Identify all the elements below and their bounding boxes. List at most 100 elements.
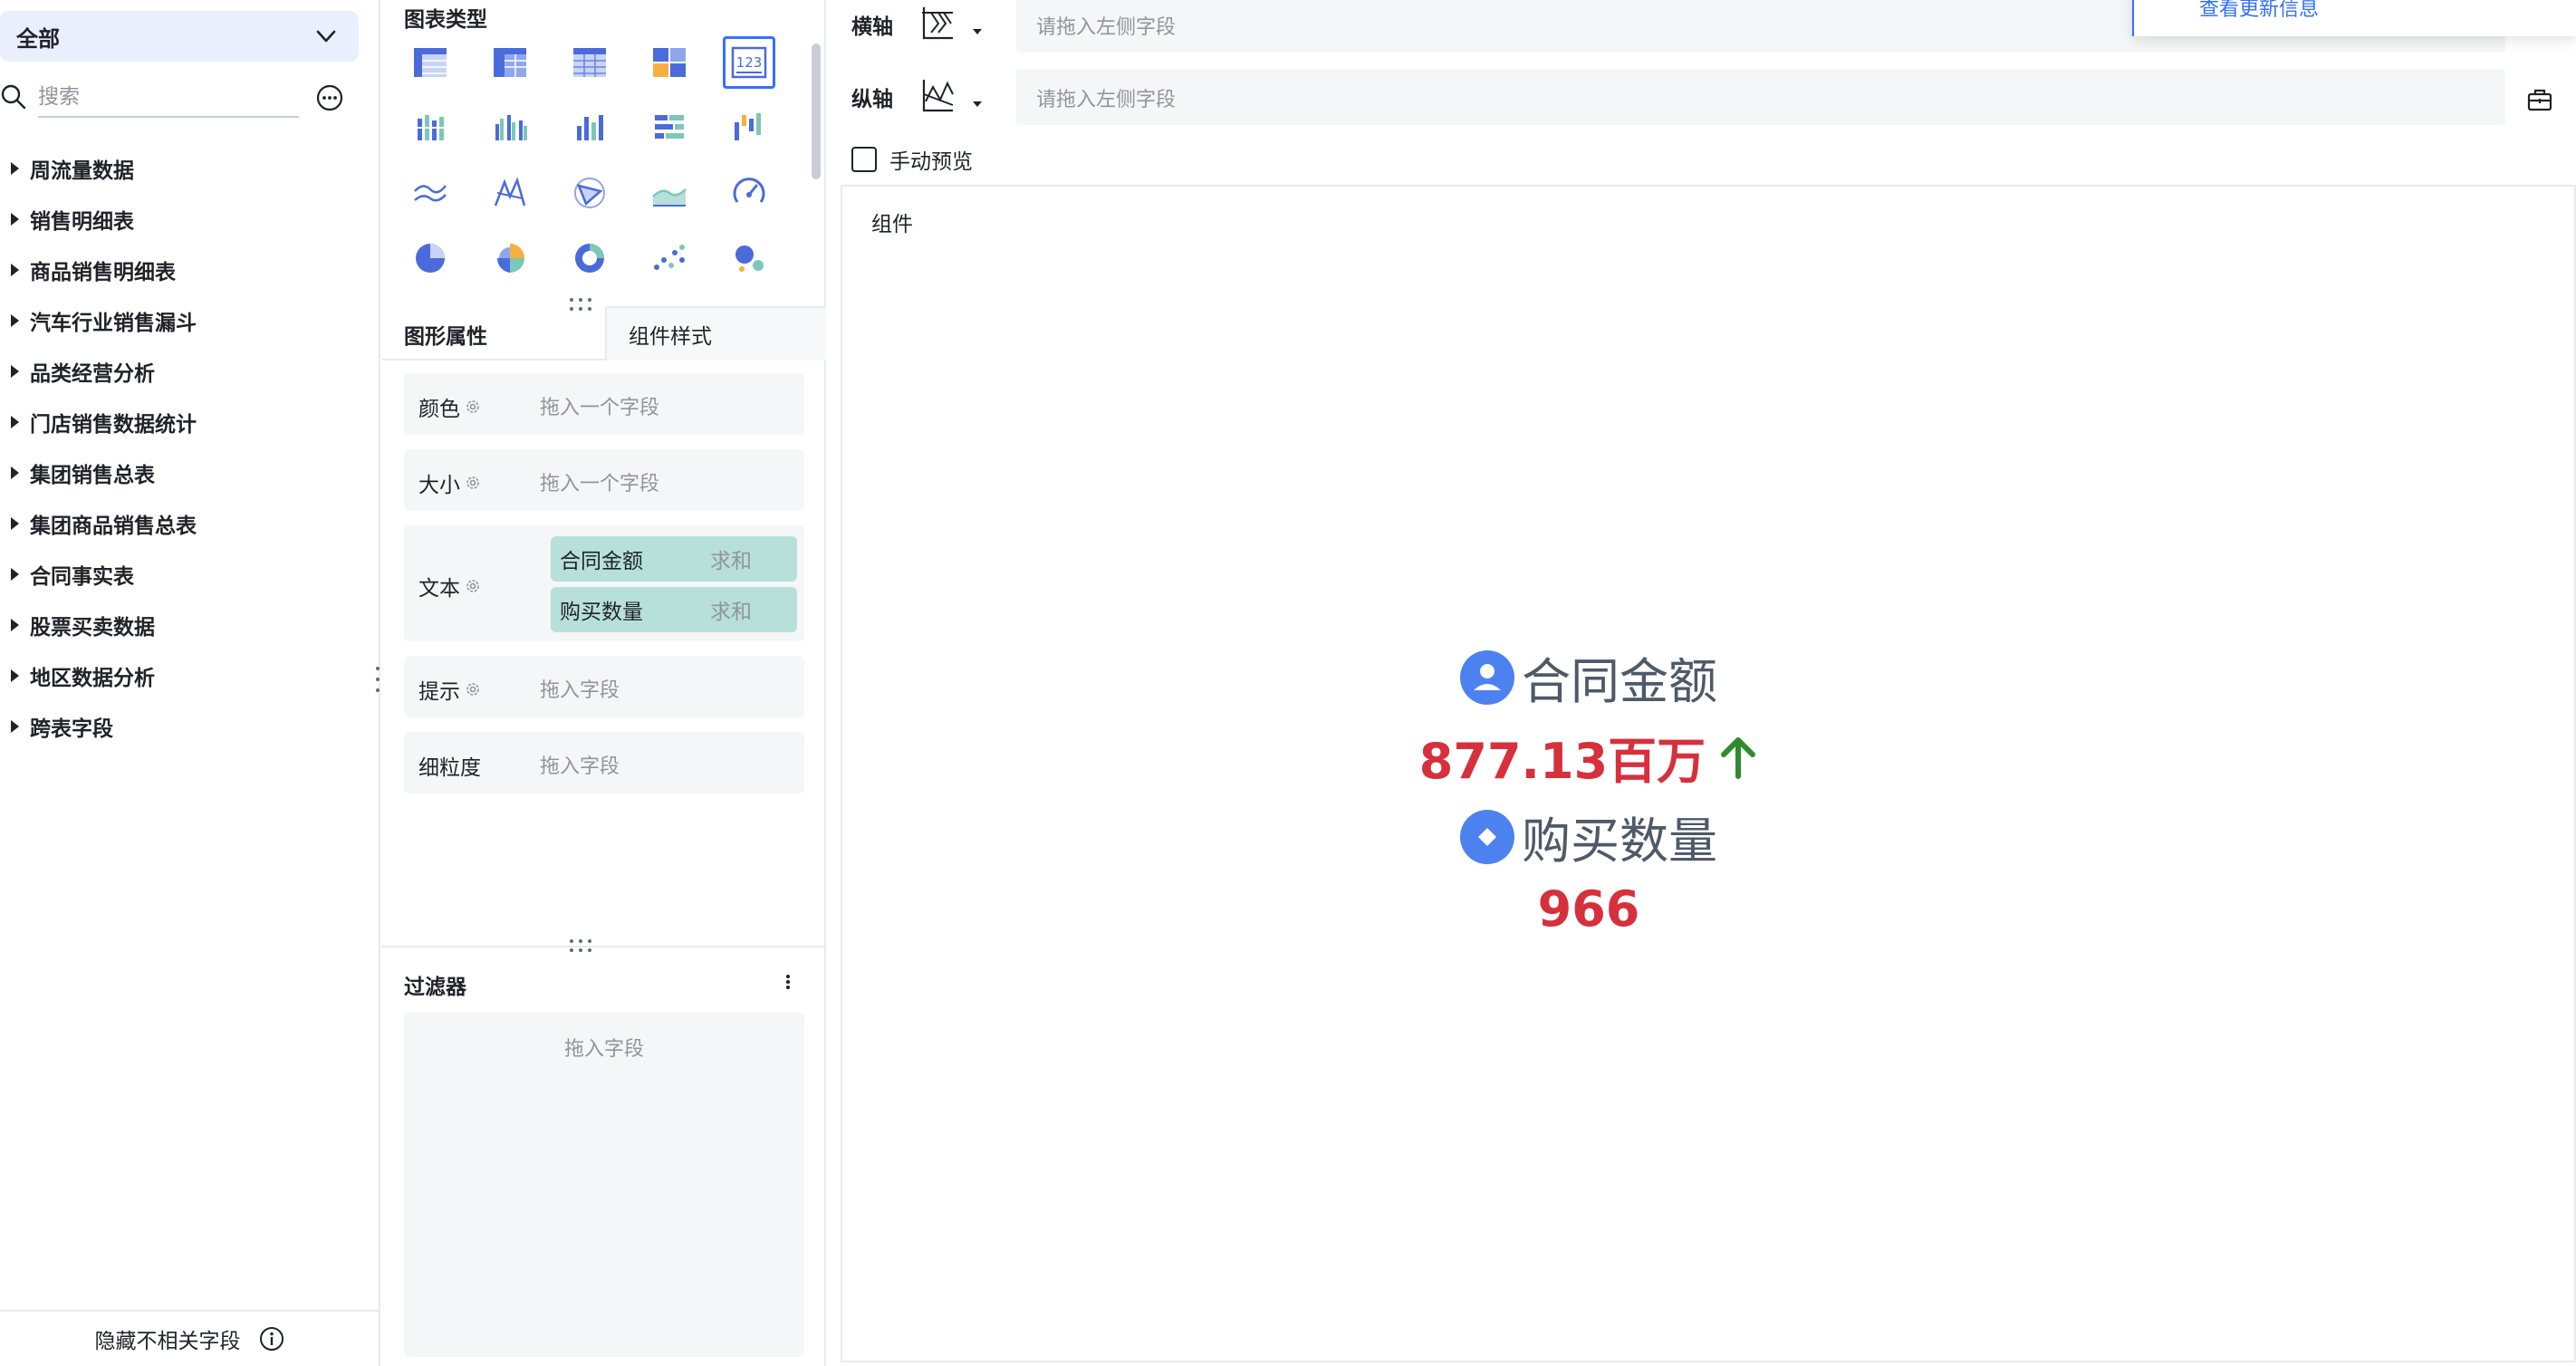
treemap-chart-icon[interactable] [643,36,696,89]
field-pill[interactable]: 合同金额 求和 [551,536,797,582]
pivot-table-icon[interactable] [484,36,536,89]
size-slot-text: 大小 [418,474,460,497]
field-pill-aggregation[interactable]: 求和 [710,544,752,574]
gauge-chart-icon[interactable] [723,167,775,219]
tree-item[interactable]: 集团商品销售总表 [0,498,362,549]
gear-icon[interactable] [464,577,482,595]
expand-triangle-icon [11,162,19,175]
color-slot-label: 颜色 [418,391,482,422]
x-axis-icon[interactable] [917,2,958,43]
rose-pie-chart-icon[interactable] [484,232,536,284]
grouped-bar-chart-icon[interactable] [484,101,536,154]
more-options-icon[interactable] [315,83,344,112]
dataset-select[interactable]: 全部 [0,11,359,62]
kpi-title-text: 合同金额 [1522,653,1717,710]
tree-item[interactable]: 商品销售明细表 [0,245,362,295]
y-axis-drop-zone[interactable]: 请拖入左侧字段 [1016,69,2505,125]
tab-component-style[interactable]: 组件样式 [605,306,826,361]
chevron-down-icon [316,30,336,43]
field-pill[interactable]: 购买数量 求和 [551,587,797,632]
y-axis-dropdown-caret[interactable] [973,101,982,107]
gear-icon[interactable] [464,680,482,698]
svg-text:123: 123 [736,54,763,71]
kpi-value-text: 966 [1537,880,1640,938]
info-icon[interactable] [259,1326,284,1352]
kpi-value: 877.13百万 [721,721,2456,793]
diamond-circle-icon [1460,809,1514,864]
gear-icon[interactable] [464,474,482,492]
table-chart-icon[interactable] [404,36,457,89]
tab-component-style-label: 组件样式 [629,325,712,349]
area-chart-icon[interactable] [643,167,696,219]
manual-preview-checkbox[interactable] [851,147,877,172]
tree-item[interactable]: 品类经营分析 [0,346,362,397]
granularity-slot-label: 细粒度 [418,750,481,781]
color-slot[interactable]: 颜色 拖入一个字段 [404,373,804,435]
scatter-chart-icon[interactable] [643,232,696,284]
bubble-chart-icon[interactable] [723,232,775,284]
field-pill-aggregation[interactable]: 求和 [710,594,752,625]
tree-item-label: 销售明细表 [30,210,134,234]
more-vertical-icon[interactable] [779,969,797,995]
hide-irrelevant-fields[interactable]: 隐藏不相关字段 [0,1310,379,1366]
tab-chart-attributes[interactable]: 图形属性 [404,319,487,350]
chart-canvas: 组件 合同金额 877.13百万 购买数量 966 [841,185,2576,1362]
expand-triangle-icon [11,669,19,682]
update-info-link[interactable]: 查看更新信息 [2199,0,2319,22]
stacked-bar-chart-icon[interactable] [404,101,457,154]
detail-table-icon[interactable] [563,36,616,89]
horizontal-bar-chart-icon[interactable] [643,101,696,154]
indicator-card-icon[interactable]: 123 [723,36,775,89]
tree-item-label: 股票买卖数据 [30,616,155,640]
tree-item-label: 汽车行业销售漏斗 [30,312,197,335]
expand-triangle-icon [11,213,19,226]
line-chart-icon[interactable] [404,167,457,219]
expand-triangle-icon [11,467,19,479]
tree-item-label: 门店销售数据统计 [30,413,197,437]
tree-item[interactable]: 门店销售数据统计 [0,397,362,447]
x-axis-dropdown-caret[interactable] [973,29,982,34]
tree-item-label: 商品销售明细表 [30,261,176,284]
expand-triangle-icon [11,517,19,530]
column-chart-icon[interactable] [563,101,616,154]
x-axis-label: 横轴 [851,15,893,39]
search-input[interactable] [38,78,299,118]
tree-item-label: 集团商品销售总表 [30,515,197,538]
tree-item[interactable]: 跨表字段 [0,701,362,752]
waterfall-chart-icon[interactable] [723,101,775,154]
size-slot[interactable]: 大小 拖入一个字段 [404,449,804,511]
manual-preview-label: 手动预览 [889,150,973,174]
expand-triangle-icon [11,416,19,428]
tree-item[interactable]: 汽车行业销售漏斗 [0,295,362,346]
donut-chart-icon[interactable] [563,232,616,284]
x-axis-placeholder: 请拖入左侧字段 [1036,16,1177,39]
text-slot[interactable]: 文本 合同金额 求和 购买数量 求和 [404,525,804,641]
gear-icon[interactable] [464,398,482,416]
expand-triangle-icon [11,365,19,378]
tree-item[interactable]: 合同事实表 [0,549,362,600]
field-pill-name: 合同金额 [560,550,643,573]
indicator-card: 合同金额 877.13百万 购买数量 966 [842,187,2576,1364]
tree-item[interactable]: 销售明细表 [0,194,362,245]
tree-item[interactable]: 股票买卖数据 [0,600,362,650]
briefcase-icon[interactable] [2525,85,2554,114]
color-slot-text: 颜色 [418,398,460,421]
pie-chart-icon[interactable] [404,232,457,284]
y-axis-placeholder: 请拖入左侧字段 [1036,89,1177,111]
filter-title: 过滤器 [404,976,466,999]
text-slot-text: 文本 [418,577,460,601]
y-axis-icon[interactable] [917,74,958,116]
radar-line-chart-icon[interactable] [484,167,536,219]
chart-type-scrollbar[interactable] [812,43,821,179]
filter-drop-zone[interactable]: 拖入字段 [404,1013,804,1357]
kpi-value-text: 877.13百万 [1418,733,1706,790]
tree-item[interactable]: 地区数据分析 [0,650,362,701]
search-icon [1,84,26,110]
tree-item[interactable]: 集团销售总表 [0,447,362,498]
tree-item[interactable]: 周流量数据 [0,143,362,194]
tree-item-label: 合同事实表 [30,565,134,589]
radar-chart-icon[interactable] [563,167,616,219]
update-info-popover[interactable]: 查看更新信息 [2132,0,2576,36]
filter-placeholder: 拖入字段 [563,1038,644,1061]
tooltip-slot-placeholder: 拖入字段 [540,679,620,702]
